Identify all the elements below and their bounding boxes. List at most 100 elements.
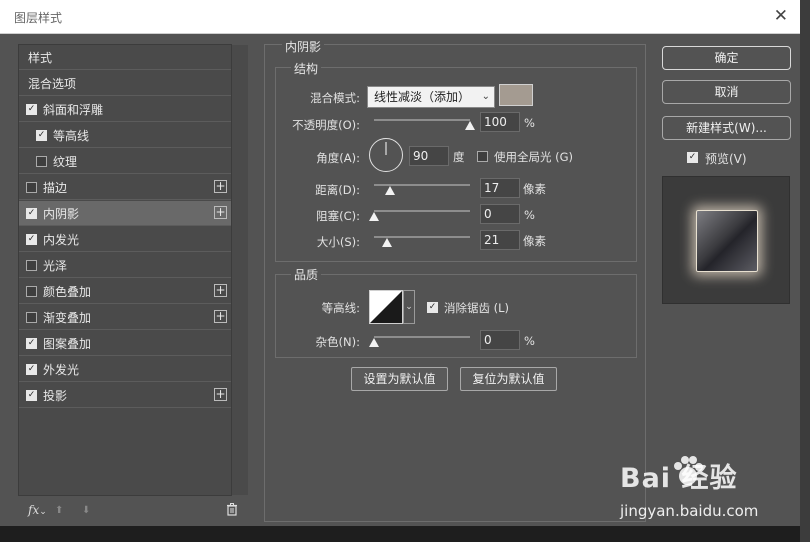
cancel-button[interactable]: 取消 <box>662 80 791 104</box>
reset-default-button[interactable]: 复位为默认值 <box>460 367 557 391</box>
chevron-down-icon: ⌄ <box>405 302 413 312</box>
style-list-item-label: 投影 <box>43 388 68 403</box>
distance-label: 距离(D): <box>315 183 360 197</box>
style-checkbox[interactable] <box>26 285 37 297</box>
shadow-color-swatch[interactable] <box>499 84 533 106</box>
antialias-checkbox[interactable]: ✓ <box>427 302 438 313</box>
style-list-item[interactable]: 颜色叠加 + <box>19 279 231 304</box>
noise-input[interactable]: 0 <box>480 330 520 350</box>
style-list-item[interactable]: ✓ 内阴影 + <box>19 201 231 226</box>
quality-title: 品质 <box>291 266 322 283</box>
style-checkbox[interactable]: ✓ <box>26 389 37 401</box>
choke-unit: % <box>524 208 535 222</box>
style-list-item[interactable]: ✓ 等高线 <box>19 123 231 148</box>
new-style-button[interactable]: 新建样式(W)... <box>662 116 791 140</box>
style-list-item[interactable]: ✓ 图案叠加 <box>19 331 231 356</box>
distance-slider-knob[interactable] <box>385 186 396 195</box>
trash-icon[interactable] <box>226 503 238 519</box>
size-label: 大小(S): <box>316 235 360 249</box>
style-list-item-label: 斜面和浮雕 <box>43 102 104 117</box>
noise-slider-track[interactable] <box>374 336 470 338</box>
add-effect-icon[interactable]: + <box>214 310 227 323</box>
style-list-item[interactable]: 样式 <box>19 45 231 70</box>
style-checkbox[interactable]: ✓ <box>26 233 37 245</box>
size-unit: 像素 <box>523 234 546 248</box>
style-preview <box>662 176 790 304</box>
angle-input[interactable]: 90 <box>409 146 449 166</box>
style-list-item-label: 光泽 <box>43 258 68 273</box>
style-list-item-label: 外发光 <box>43 362 80 377</box>
choke-slider-knob[interactable] <box>369 212 379 221</box>
size-input[interactable]: 21 <box>480 230 520 250</box>
choke-input[interactable]: 0 <box>480 204 520 224</box>
style-list-item-label: 纹理 <box>53 154 78 169</box>
global-light-label: 使用全局光 (G) <box>494 150 574 164</box>
style-list-item[interactable]: ✓ 投影 + <box>19 383 231 408</box>
angle-dial[interactable] <box>369 138 403 172</box>
preview-label: 预览(V) <box>705 152 747 166</box>
fx-button[interactable]: fx⌄ <box>28 503 47 517</box>
size-slider-knob[interactable] <box>382 238 393 247</box>
choke-slider-track[interactable] <box>374 210 470 212</box>
style-list-item[interactable]: 描边 + <box>19 175 231 200</box>
style-checkbox[interactable]: ✓ <box>26 103 37 115</box>
noise-label: 杂色(N): <box>315 335 360 349</box>
style-list-item[interactable]: ✓ 斜面和浮雕 <box>19 97 231 122</box>
angle-unit: 度 <box>453 150 465 164</box>
style-checkbox[interactable] <box>26 181 37 193</box>
contour-dropdown[interactable]: ⌄ <box>403 290 415 324</box>
style-list-item-label: 内阴影 <box>43 206 80 221</box>
background-strip <box>800 0 810 542</box>
style-list-item[interactable]: ✓ 外发光 <box>19 357 231 382</box>
style-list-item[interactable]: 渐变叠加 + <box>19 305 231 330</box>
contour-label: 等高线: <box>321 301 360 315</box>
style-list-item[interactable]: 纹理 <box>19 149 231 174</box>
opacity-slider-track[interactable] <box>374 119 470 121</box>
global-light-checkbox[interactable] <box>477 151 488 162</box>
style-checkbox[interactable]: ✓ <box>36 129 47 141</box>
window-title: 图层样式 <box>14 11 63 25</box>
style-list-item-label: 等高线 <box>53 128 90 143</box>
distance-input[interactable]: 17 <box>480 178 520 198</box>
blend-mode-select[interactable]: 线性减淡（添加） ⌄ <box>367 86 495 108</box>
style-list-item[interactable]: ✓ 内发光 <box>19 227 231 252</box>
style-list-item-label: 混合选项 <box>28 76 77 91</box>
style-checkbox[interactable]: ✓ <box>26 337 37 349</box>
noise-slider-knob[interactable] <box>369 338 379 347</box>
add-effect-icon[interactable]: + <box>214 180 227 193</box>
background-bottom <box>0 526 800 542</box>
style-list-item-label: 描边 <box>43 180 68 195</box>
style-checkbox[interactable] <box>26 259 37 271</box>
add-effect-icon[interactable]: + <box>214 206 227 219</box>
move-up-icon[interactable]: ⬆ <box>55 505 63 516</box>
style-checkbox[interactable] <box>36 155 47 167</box>
structure-title: 结构 <box>291 60 322 77</box>
add-effect-icon[interactable]: + <box>214 284 227 297</box>
opacity-input[interactable]: 100 <box>480 112 520 132</box>
paw-logo-icon <box>674 456 703 485</box>
style-list-item-label: 渐变叠加 <box>43 310 92 325</box>
opacity-unit: % <box>524 116 535 130</box>
make-default-button[interactable]: 设置为默认值 <box>351 367 448 391</box>
style-list-item[interactable]: 光泽 <box>19 253 231 278</box>
style-checkbox[interactable]: ✓ <box>26 363 37 375</box>
style-list-item-label: 内发光 <box>43 232 80 247</box>
style-checkbox[interactable]: ✓ <box>26 207 37 219</box>
preview-checkbox[interactable]: ✓ <box>687 152 698 163</box>
watermark-url: jingyan.baidu.com <box>620 502 759 520</box>
opacity-slider-knob[interactable] <box>465 121 475 130</box>
style-list: 样式 混合选项 ✓ 斜面和浮雕 ✓ 等高线 纹理 描边 + ✓ 内阴影 + ✓ 内发光 光泽 颜色叠加 + 渐变叠… <box>18 44 248 496</box>
panel-title: 内阴影 <box>282 38 325 55</box>
contour-picker[interactable] <box>369 290 403 324</box>
ok-button[interactable]: 确定 <box>662 46 791 70</box>
baidu-watermark: Bai 经验 jingyan.baidu.com <box>620 456 790 526</box>
add-effect-icon[interactable]: + <box>214 388 227 401</box>
noise-unit: % <box>524 334 535 348</box>
style-checkbox[interactable] <box>26 311 37 323</box>
distance-unit: 像素 <box>523 182 546 196</box>
style-list-item[interactable]: 混合选项 <box>19 71 231 96</box>
list-scrollbar[interactable] <box>231 45 248 495</box>
layer-style-dialog: 图层样式 ✕ 样式混合选项 ✓ 斜面和浮雕 ✓ 等高线纹理描边 + ✓ 内阴影 + ✓ 内发光光泽颜… <box>0 0 801 542</box>
close-icon[interactable]: ✕ <box>774 6 788 26</box>
move-down-icon[interactable]: ⬇ <box>82 505 90 516</box>
